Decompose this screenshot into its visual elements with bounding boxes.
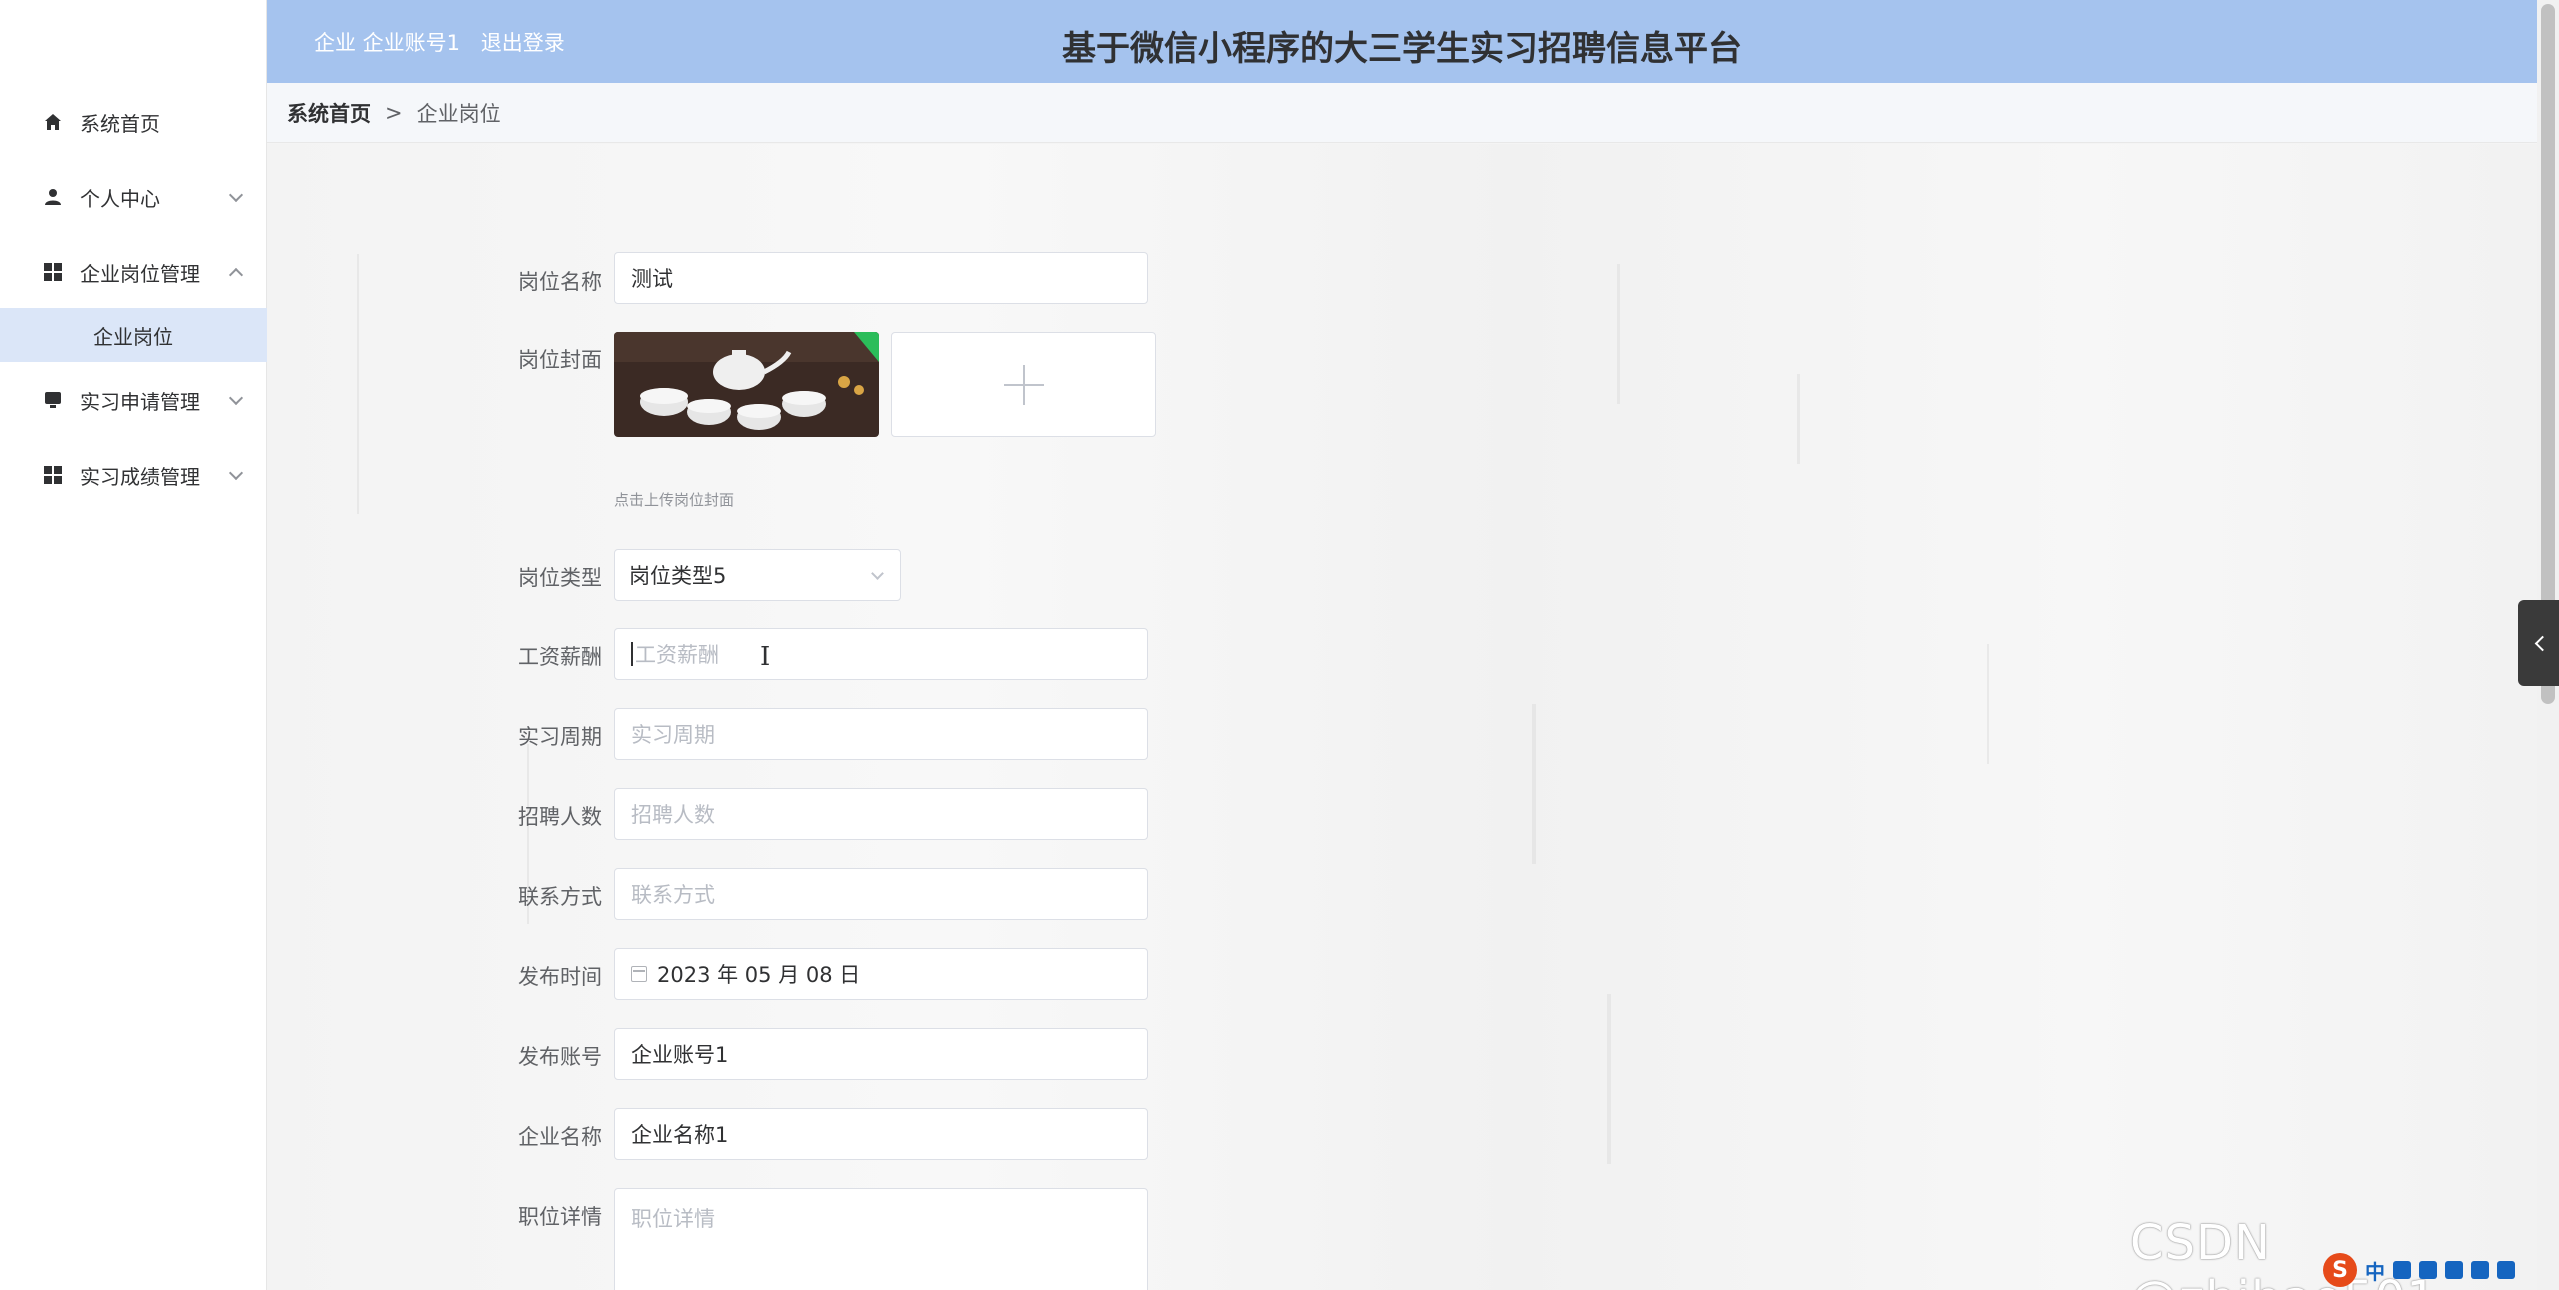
- keyboard-icon[interactable]: [2445, 1261, 2463, 1279]
- grid-icon: [42, 464, 64, 486]
- chevron-up-icon: [228, 267, 244, 283]
- ime-tray: S 中: [2323, 1252, 2515, 1288]
- breadcrumb: 系统首页 > 企业岗位: [267, 83, 2537, 143]
- sidebar-item-application-management[interactable]: 实习申请管理: [0, 373, 267, 427]
- grid-icon: [42, 261, 64, 283]
- page-title: 基于微信小程序的大三学生实习招聘信息平台: [1062, 29, 1742, 69]
- publish-account-input[interactable]: 企业账号1: [614, 1028, 1148, 1080]
- position-name-input[interactable]: 测试: [614, 252, 1148, 304]
- toolbox-icon[interactable]: [2497, 1261, 2515, 1279]
- scrollbar-thumb[interactable]: [2541, 4, 2555, 704]
- cover-label: 岗位封面: [518, 348, 602, 372]
- publish-time-value: 2023 年 05 月 08 日: [657, 963, 861, 987]
- main-content: 岗位名称 测试 岗位封面 点击上传岗位封面 岗位类型 岗位类型5 工资薪酬 工资…: [267, 144, 2537, 1290]
- chevron-down-icon: [228, 465, 244, 481]
- details-label: 职位详情: [518, 1205, 602, 1229]
- job-type-label: 岗位类型: [518, 566, 602, 590]
- publish-account-label: 发布账号: [518, 1045, 602, 1069]
- chevron-down-icon: [228, 187, 244, 203]
- salary-placeholder: 工资薪酬: [635, 643, 719, 667]
- sidebar-item-home[interactable]: 系统首页: [0, 95, 267, 149]
- top-header: 企业 企业账号1 退出登录 基于微信小程序的大三学生实习招聘信息平台: [267, 0, 2537, 83]
- microphone-icon[interactable]: [2419, 1261, 2437, 1279]
- side-collapse-tab[interactable]: [2518, 600, 2559, 686]
- headcount-input[interactable]: 招聘人数: [614, 788, 1148, 840]
- breadcrumb-home[interactable]: 系统首页: [287, 98, 371, 128]
- calendar-icon: [631, 966, 647, 982]
- sogou-icon[interactable]: S: [2323, 1253, 2357, 1287]
- cover-image[interactable]: [614, 332, 879, 437]
- sidebar-item-label: 系统首页: [80, 111, 160, 136]
- user-icon: [42, 186, 64, 208]
- home-icon: [42, 111, 64, 133]
- chevron-down-icon: [871, 567, 884, 580]
- text-cursor-icon: I: [760, 642, 771, 672]
- chevron-down-icon: [228, 390, 244, 406]
- breadcrumb-current: 企业岗位: [416, 101, 501, 126]
- sidebar-item-label: 企业岗位管理: [80, 261, 200, 286]
- company-name-input[interactable]: 企业名称1: [614, 1108, 1148, 1160]
- sidebar-item-job-management[interactable]: 企业岗位管理: [0, 245, 267, 299]
- publish-time-label: 发布时间: [518, 965, 602, 989]
- position-name-label: 岗位名称: [518, 270, 602, 294]
- contact-input[interactable]: 联系方式: [614, 868, 1148, 920]
- sidebar-item-personal-center[interactable]: 个人中心: [0, 170, 267, 224]
- job-type-select[interactable]: 岗位类型5: [614, 549, 901, 601]
- sidebar-subitem-company-jobs[interactable]: 企业岗位: [0, 308, 267, 362]
- job-type-value: 岗位类型5: [629, 564, 727, 588]
- salary-input[interactable]: 工资薪酬: [614, 628, 1148, 680]
- sidebar-item-label: 实习申请管理: [80, 389, 200, 414]
- cover-upload-tip: 点击上传岗位封面: [614, 491, 735, 509]
- text-caret: [631, 642, 633, 666]
- sidebar-item-label: 实习成绩管理: [80, 464, 200, 489]
- cover-upload-button[interactable]: [891, 332, 1156, 437]
- breadcrumb-separator: >: [385, 100, 403, 125]
- sidebar-subitem-label: 企业岗位: [93, 324, 173, 349]
- period-label: 实习周期: [518, 725, 602, 749]
- details-textarea[interactable]: 职位详情: [614, 1188, 1148, 1290]
- sidebar: 系统首页 个人中心 企业岗位管理 企业岗位 实习申请管理 实习成绩管理: [0, 0, 267, 1290]
- chevron-left-icon: [2534, 635, 2551, 652]
- skin-icon[interactable]: [2471, 1261, 2489, 1279]
- contact-label: 联系方式: [518, 885, 602, 909]
- punctuation-icon[interactable]: [2393, 1261, 2411, 1279]
- sidebar-item-score-management[interactable]: 实习成绩管理: [0, 448, 267, 502]
- headcount-label: 招聘人数: [518, 805, 602, 829]
- sidebar-item-label: 个人中心: [80, 186, 160, 211]
- publish-time-input[interactable]: 2023 年 05 月 08 日: [614, 948, 1148, 1000]
- salary-label: 工资薪酬: [518, 645, 602, 669]
- monitor-icon: [42, 389, 64, 411]
- period-input[interactable]: 实习周期: [614, 708, 1148, 760]
- company-name-label: 企业名称: [518, 1125, 602, 1149]
- ime-mode-label[interactable]: 中: [2365, 1256, 2385, 1285]
